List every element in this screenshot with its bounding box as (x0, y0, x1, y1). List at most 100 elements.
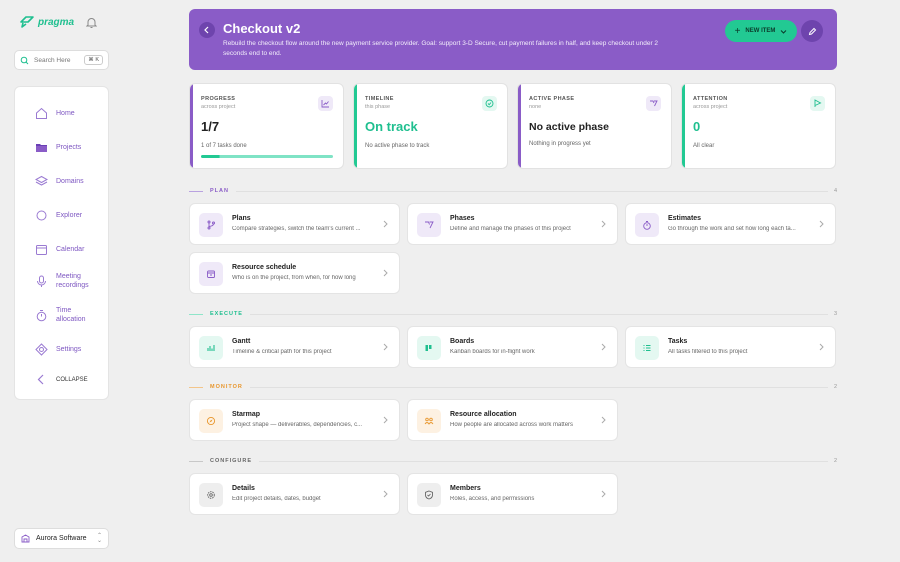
page-title: Checkout v2 (223, 21, 301, 36)
accent-bar (190, 84, 193, 168)
logo-text: pragma (38, 16, 75, 28)
section-dash (189, 313, 203, 315)
pencil-icon (808, 27, 816, 35)
stat-label: PROGRESS (201, 96, 236, 102)
tile-title: Details (232, 485, 255, 492)
org-switcher[interactable]: Aurora Software ⌃ ⌄ (14, 528, 109, 549)
chevron-right-icon (601, 343, 606, 351)
home-icon (35, 107, 48, 120)
tile-phases[interactable]: Phases Define and manage the phases of t… (407, 203, 618, 245)
tile-details[interactable]: Details Edit project details, dates, bud… (189, 473, 400, 515)
chevron-right-icon (819, 220, 824, 228)
gear-icon (35, 343, 48, 356)
checklist-icon (635, 336, 659, 360)
gear-icon (199, 483, 223, 507)
section-count: 2 (833, 384, 837, 390)
section-header-execute: EXECUTE 3 (189, 310, 837, 318)
edit-button[interactable] (801, 20, 823, 42)
chevron-right-icon (383, 269, 388, 277)
tile-title: Resource allocation (450, 411, 517, 418)
tile-plans[interactable]: Plans Compare strategies, switch the tea… (189, 203, 400, 245)
tile-desc: How people are allocated across work mat… (450, 422, 574, 428)
section-divider (259, 460, 828, 462)
chevron-right-icon (601, 220, 606, 228)
chevron-left-icon (204, 26, 209, 34)
building-icon (21, 534, 30, 543)
section-divider (249, 386, 828, 388)
shield-icon (417, 483, 441, 507)
section-dash (189, 460, 203, 462)
search-icon (20, 56, 29, 64)
new-item-button[interactable]: + NEW ITEM (725, 20, 797, 42)
stat-card-progress: PROGRESS across project 1/7 1 of 7 tasks… (189, 83, 344, 169)
accent-bar (518, 84, 521, 168)
sidebar-item-home[interactable]: Home (35, 107, 75, 120)
tile-tasks[interactable]: Tasks All tasks filtered to this project (625, 326, 836, 368)
tile-boards[interactable]: Boards Kanban boards for in-flight work (407, 326, 618, 368)
notifications-bell-icon[interactable] (86, 17, 97, 29)
sidebar-item-label: Home (56, 109, 75, 117)
tile-desc: Kanban boards for in-flight work (450, 349, 535, 355)
stat-card-timeline: TIMELINE this phase On track No active p… (353, 83, 508, 169)
stat-sub: this phase (365, 104, 391, 110)
compass-icon (199, 409, 223, 433)
tile-starmap[interactable]: Starmap Project shape — deliverables, de… (189, 399, 400, 441)
branch-icon (199, 213, 223, 237)
sidebar-item-projects[interactable]: Projects (35, 141, 81, 154)
flag-icon (810, 96, 825, 111)
sidebar-item-settings[interactable]: Settings (35, 343, 81, 356)
stat-note: All clear (693, 143, 715, 149)
brand-logo[interactable]: pragma (20, 16, 74, 28)
chevron-right-icon (383, 416, 388, 424)
section-divider (235, 190, 828, 192)
section-count: 2 (833, 458, 837, 464)
search-box[interactable]: Search Here ⌘ K (14, 50, 109, 70)
kanban-icon (417, 336, 441, 360)
tile-title: Plans (232, 215, 251, 222)
sidebar-item-meeting-recordings[interactable]: Meeting recordings (35, 272, 95, 291)
people-icon (417, 409, 441, 433)
new-item-label: NEW ITEM (745, 28, 776, 34)
section-header-plan: PLAN 4 (189, 187, 837, 195)
search-shortcut: ⌘ K (84, 55, 103, 65)
sidebar-item-time-allocation[interactable]: Time allocation (35, 306, 90, 325)
section-name: EXECUTE (210, 311, 243, 317)
microphone-icon (35, 275, 48, 288)
section-divider (249, 313, 828, 315)
collapse-button[interactable]: COLLAPSE (35, 373, 88, 386)
chevron-down-icon (781, 29, 787, 34)
chevron-right-icon (601, 490, 606, 498)
calendar-icon (199, 262, 223, 286)
stat-note: No active phase to track (365, 143, 430, 149)
progress-bar (201, 155, 333, 158)
stat-card-attention: ATTENTION across project 0 All clear (681, 83, 836, 169)
tile-gantt[interactable]: Gantt Timeline & critical path for this … (189, 326, 400, 368)
tile-desc: Project shape — deliverables, dependenci… (232, 422, 363, 428)
sidebar-item-calendar[interactable]: Calendar (35, 243, 84, 256)
sidebar-item-domains[interactable]: Domains (35, 175, 84, 188)
tile-members[interactable]: Members Roles, access, and permissions (407, 473, 618, 515)
tile-title: Members (450, 485, 481, 492)
stat-value: No active phase (529, 121, 609, 133)
tile-resource-schedule[interactable]: Resource schedule Who is on the project,… (189, 252, 400, 294)
accent-bar (354, 84, 357, 168)
accent-bar (682, 84, 685, 168)
tile-desc: Who is on the project, from when, for ho… (232, 275, 356, 281)
stat-value: On track (365, 119, 418, 134)
tile-estimates[interactable]: Estimates Go through the work and set ho… (625, 203, 836, 245)
folder-icon (35, 141, 48, 154)
stat-note: 1 of 7 tasks done (201, 143, 247, 149)
chevron-right-icon (383, 343, 388, 351)
section-name: CONFIGURE (210, 458, 252, 464)
tile-resource-allocation[interactable]: Resource allocation How people are alloc… (407, 399, 618, 441)
back-button[interactable] (199, 22, 215, 38)
sidebar-item-label: Settings (56, 345, 82, 353)
section-name: PLAN (210, 188, 229, 194)
tile-title: Gantt (232, 338, 251, 345)
stat-value: 0 (693, 119, 701, 134)
section-header-monitor: MONITOR 2 (189, 383, 837, 391)
timer-icon (35, 309, 48, 322)
sidebar-item-label: Projects (56, 143, 82, 151)
sidebar-item-explorer[interactable]: Explorer (35, 209, 82, 222)
chevron-right-icon (819, 343, 824, 351)
